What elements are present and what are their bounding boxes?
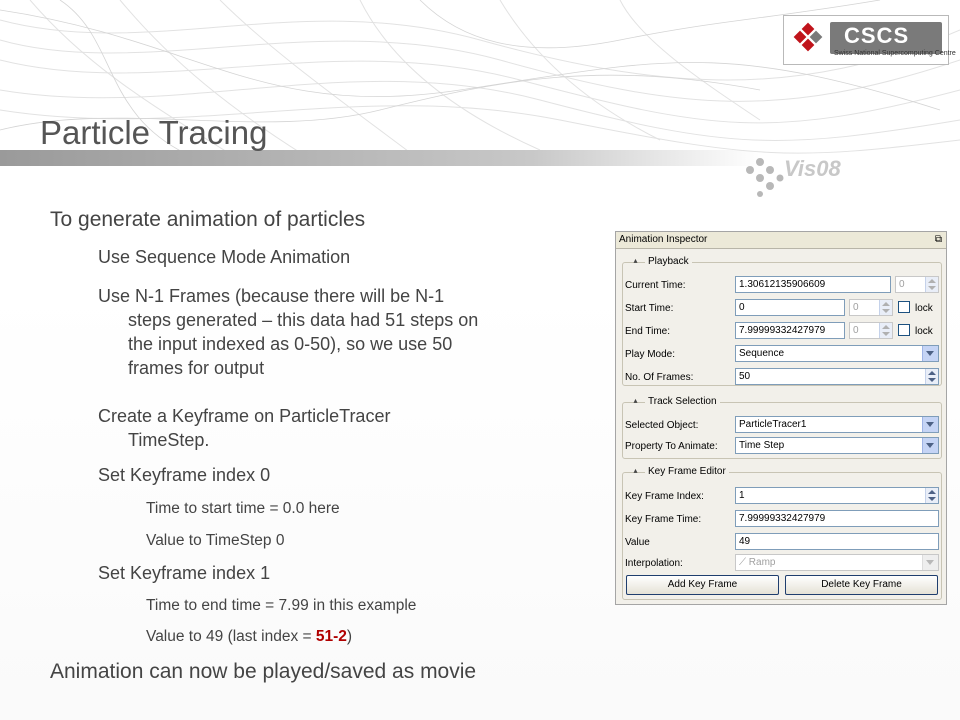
vis08-logo-text: Vis08	[784, 156, 841, 181]
selected-object-dropdown[interactable]: ParticleTracer1	[735, 416, 939, 433]
selected-object-label: Selected Object:	[625, 420, 699, 431]
property-label: Property To Animate:	[625, 441, 718, 452]
frames-label: No. Of Frames:	[625, 372, 694, 383]
frames-value: 50	[739, 371, 751, 382]
start-time-index-value: 0	[853, 302, 859, 313]
collapse-icon[interactable]: ▴	[631, 396, 640, 405]
interpolation-label: Interpolation:	[625, 558, 683, 569]
bullet-line: steps generated – this data had 51 steps…	[128, 310, 479, 330]
end-lock-label: lock	[915, 326, 933, 337]
start-time-label: Start Time:	[625, 303, 674, 314]
current-time-index-spinbox: 0	[895, 276, 939, 293]
current-time-index-value: 0	[899, 279, 905, 290]
vis08-logo: Vis08	[746, 156, 841, 197]
cscs-logo-subtitle: Swiss National Supercomputing Centre	[834, 50, 956, 57]
animation-inspector-panel: Animation Inspector ⧉ ▴ Playback Current…	[615, 231, 947, 605]
chevron-down-icon[interactable]	[922, 346, 938, 361]
bullet-line: the input indexed as 0-50), so we use 50	[128, 334, 453, 354]
spinner-icon	[879, 323, 892, 338]
end-time-index-spinbox: 0	[849, 322, 893, 339]
bullet-set-keyframe-0: Set Keyframe index 0	[98, 465, 271, 485]
key-frame-index-value: 1	[739, 490, 745, 501]
title-underline-band	[0, 150, 760, 166]
delete-key-frame-button[interactable]: Delete Key Frame	[785, 575, 938, 595]
add-key-frame-button[interactable]: Add Key Frame	[626, 575, 779, 595]
bullet-set-keyframe-1: Set Keyframe index 1	[98, 563, 271, 583]
interpolation-dropdown: ⟋ Ramp	[735, 554, 939, 571]
bullet-generate-animation: To generate animation of particles	[50, 208, 366, 231]
spinner-icon	[879, 300, 892, 315]
end-time-lock-checkbox[interactable]	[898, 324, 910, 336]
spinner-icon[interactable]	[925, 488, 938, 503]
ramp-icon: ⟋	[739, 557, 746, 568]
end-time-index-value: 0	[853, 325, 859, 336]
property-value: Time Step	[739, 440, 785, 451]
slide-title: Particle Tracing	[40, 114, 268, 151]
slide: Particle Tracing CSCS Swiss National Sup…	[0, 0, 960, 720]
bullet-n-minus-1-frames: Use N-1 Frames (because there will be N-…	[98, 284, 478, 380]
property-dropdown[interactable]: Time Step	[735, 437, 939, 454]
end-time-label: End Time:	[625, 326, 671, 337]
bullet-line: Use N-1 Frames (because there will be N-…	[98, 286, 445, 306]
chevron-down-icon[interactable]	[922, 438, 938, 453]
start-lock-label: lock	[915, 303, 933, 314]
chevron-down-icon	[922, 555, 938, 570]
bullet-value-49-close: )	[346, 628, 353, 645]
track-selection-heading: Track Selection	[645, 396, 720, 407]
play-mode-value: Sequence	[739, 348, 785, 359]
cscs-logo-text: CSCS	[844, 23, 910, 48]
bullet-end-time: Time to end time = 7.99 in this example	[146, 597, 417, 614]
key-frame-editor-heading: Key Frame Editor	[645, 466, 729, 477]
start-time-field[interactable]: 0	[735, 299, 845, 316]
collapse-icon[interactable]: ▴	[631, 256, 640, 265]
play-mode-dropdown[interactable]: Sequence	[735, 345, 939, 362]
start-time-index-spinbox: 0	[849, 299, 893, 316]
frames-spinbox[interactable]: 50	[735, 368, 939, 385]
bullet-value-49: Value to 49 (last index = 51-2)	[146, 628, 352, 646]
bullet-value-timestep-0: Value to TimeStep 0	[146, 532, 285, 549]
value-field[interactable]: 49	[735, 533, 939, 550]
cscs-diamond-mark	[792, 22, 824, 53]
value-label: Value	[625, 537, 650, 548]
bullet-line: TimeStep.	[128, 430, 210, 450]
interpolation-value: Ramp	[748, 557, 776, 568]
bullet-value-49-text: Value to 49 (last index =	[146, 628, 316, 645]
bullet-sequence-mode: Use Sequence Mode Animation	[98, 247, 351, 267]
panel-header: Animation Inspector ⧉	[616, 232, 946, 249]
bullet-line: frames for output	[128, 358, 265, 378]
spinner-icon	[925, 277, 938, 292]
panel-title: Animation Inspector	[619, 234, 708, 245]
start-time-lock-checkbox[interactable]	[898, 301, 910, 313]
highlight-51-2: 51-2	[315, 628, 347, 645]
bullet-create-keyframe: Create a Keyframe on ParticleTracer Time…	[98, 404, 390, 452]
selected-object-value: ParticleTracer1	[739, 419, 807, 430]
undock-icon[interactable]: ⧉	[935, 234, 942, 245]
end-time-field[interactable]: 7.99999332427979	[735, 322, 845, 339]
playback-heading: Playback	[645, 256, 692, 267]
bullet-start-time: Time to start time = 0.0 here	[146, 500, 340, 517]
cscs-logo: CSCS Swiss National Supercomputing Centr…	[783, 15, 956, 65]
chevron-down-icon[interactable]	[922, 417, 938, 432]
current-time-label: Current Time:	[625, 280, 686, 291]
spinner-icon[interactable]	[925, 369, 938, 384]
key-frame-index-label: Key Frame Index:	[625, 491, 704, 502]
key-frame-time-field[interactable]: 7.99999332427979	[735, 510, 939, 527]
play-mode-label: Play Mode:	[625, 349, 676, 360]
bullet-line: Create a Keyframe on ParticleTracer	[98, 406, 391, 426]
current-time-field[interactable]: 1.30612135906609	[735, 276, 891, 293]
bullet-play-save-movie: Animation can now be played/saved as mov…	[50, 660, 477, 683]
key-frame-time-label: Key Frame Time:	[625, 514, 702, 525]
key-frame-index-spinbox[interactable]: 1	[735, 487, 939, 504]
collapse-icon[interactable]: ▴	[631, 466, 640, 475]
